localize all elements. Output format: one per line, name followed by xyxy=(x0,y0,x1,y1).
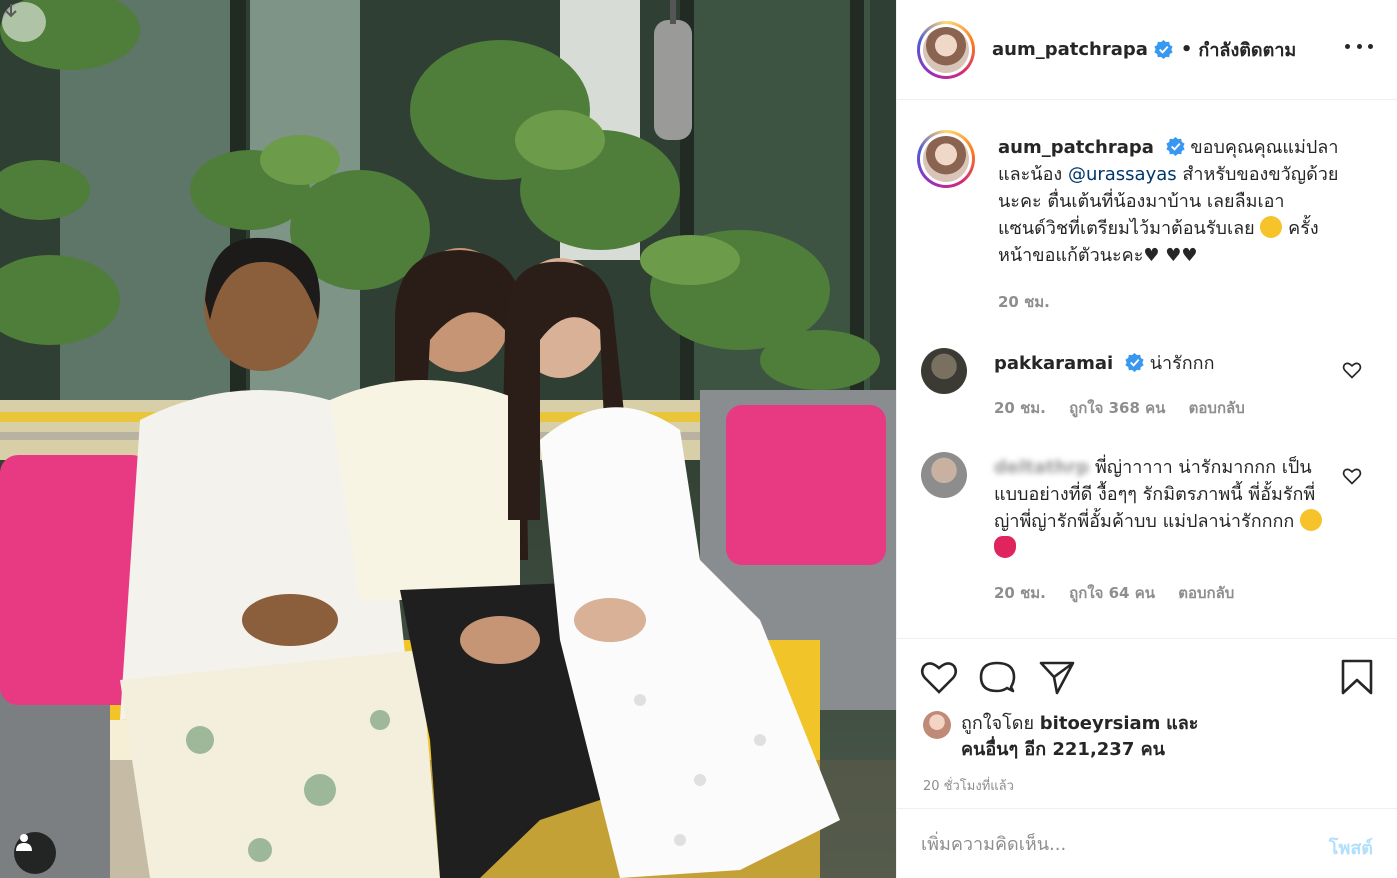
post-header: aum_patchrapa • กำลังติดตาม xyxy=(897,0,1397,100)
author-username[interactable]: aum_patchrapa xyxy=(992,39,1148,60)
comment-likes[interactable]: ถูกใจ 64 คน xyxy=(1069,584,1155,602)
separator-dot: • xyxy=(1180,39,1193,60)
laughing-emoji-icon xyxy=(1260,216,1283,238)
caption-body: aum_patchrapa ขอบคุณคุณแม่ปลาและน้อง @ur… xyxy=(998,134,1343,316)
comment-time[interactable]: 20 ชม. xyxy=(994,584,1046,602)
verified-badge-icon xyxy=(1154,40,1173,59)
verified-badge-icon xyxy=(1166,137,1185,156)
comment-like-heart-icon[interactable] xyxy=(1342,360,1362,380)
caption-time[interactable]: 20 ชม. xyxy=(998,293,1050,311)
comment-username[interactable]: pakkaramai xyxy=(994,353,1113,374)
post-side-panel: aum_patchrapa • กำลังติดตาม aum_patchrap… xyxy=(896,0,1397,878)
user-tag-button[interactable] xyxy=(14,832,56,874)
comment-icon[interactable] xyxy=(977,657,1017,697)
likes-others-count[interactable]: คนอื่นๆ อีก 221,237 คน xyxy=(961,737,1198,763)
comments-list[interactable]: aum_patchrapa ขอบคุณคุณแม่ปลาและน้อง @ur… xyxy=(897,100,1397,638)
bookmark-icon[interactable] xyxy=(1337,657,1377,697)
comment-like-heart-icon[interactable] xyxy=(1342,466,1362,486)
liker-avatar[interactable] xyxy=(923,711,951,739)
comment-likes[interactable]: ถูกใจ 368 คน xyxy=(1069,399,1165,417)
caption-meta: 20 ชม. xyxy=(998,289,1343,316)
likes-summary: ถูกใจโดย bitoeyrsiam และ คนอื่นๆ อีก 221… xyxy=(923,711,1198,763)
author-avatar[interactable] xyxy=(917,20,975,79)
comment-input[interactable] xyxy=(921,829,1281,859)
photo-corner-arrow-button[interactable] xyxy=(2,2,46,42)
red-heart-emoji-icon xyxy=(994,536,1016,558)
commenter-avatar[interactable] xyxy=(921,452,967,498)
comment-username[interactable]: deltathrp xyxy=(994,457,1089,478)
comment-meta: 20 ชม. ถูกใจ 64 คน ตอบกลับ xyxy=(994,580,1339,607)
comment-reply-button[interactable]: ตอบกลับ xyxy=(1189,399,1245,417)
heart-eyes-emoji-icon xyxy=(1300,509,1323,531)
verified-badge-icon xyxy=(1125,353,1144,372)
paper-plane-icon[interactable] xyxy=(1037,657,1077,697)
instagram-post-modal: aum_patchrapa • กำลังติดตาม aum_patchrap… xyxy=(0,0,1397,878)
liker-username[interactable]: bitoeyrsiam xyxy=(1040,713,1161,734)
commenter-avatar[interactable] xyxy=(921,348,967,394)
arrow-down-icon xyxy=(5,4,17,18)
following-button[interactable]: กำลังติดตาม xyxy=(1198,35,1296,64)
comment-meta: 20 ชม. ถูกใจ 368 คน ตอบกลับ xyxy=(994,395,1339,422)
post-actions: ถูกใจโดย bitoeyrsiam และ คนอื่นๆ อีก 221… xyxy=(897,638,1397,808)
comment-body: pakkaramai น่ารักกก 20 ชม. ถูกใจ 368 คน … xyxy=(994,350,1339,422)
caption-mention-link[interactable]: @urassayas xyxy=(1068,164,1177,185)
add-comment-bar: โพสต์ xyxy=(897,808,1397,878)
likes-and: และ xyxy=(1166,713,1199,734)
more-options-icon[interactable] xyxy=(1345,36,1373,56)
user-tag-icon xyxy=(16,834,32,851)
comment-body: deltathrp พี่ญ่าาาาา น่ารักมากกก เป็นแบบ… xyxy=(994,454,1339,607)
post-time-ago[interactable]: 20 ชั่วโมงที่แล้ว xyxy=(923,775,1014,796)
comment-reply-button[interactable]: ตอบกลับ xyxy=(1178,584,1234,602)
heart-icon[interactable] xyxy=(919,657,959,697)
caption-username[interactable]: aum_patchrapa xyxy=(998,137,1154,158)
photo-illustration xyxy=(0,0,896,878)
comment-time[interactable]: 20 ชม. xyxy=(994,399,1046,417)
likes-prefix: ถูกใจโดย xyxy=(961,713,1035,734)
comment-text: น่ารักกก xyxy=(1149,353,1215,374)
post-comment-button[interactable]: โพสต์ xyxy=(1329,833,1373,862)
post-photo[interactable] xyxy=(0,0,896,878)
caption-avatar[interactable] xyxy=(917,130,975,188)
